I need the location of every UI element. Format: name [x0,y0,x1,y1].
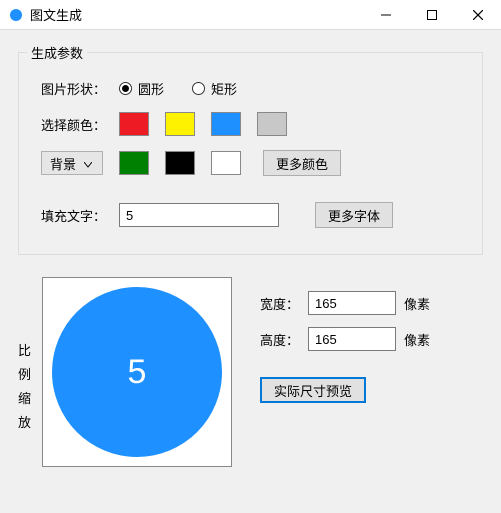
preview-shape: 5 [52,287,222,457]
width-unit: 像素 [404,294,430,313]
text-row: 填充文字： 5 更多字体 [41,202,460,228]
window-title: 图文生成 [30,5,82,24]
close-button[interactable] [455,0,501,30]
dimensions-panel: 宽度： 165 像素 高度： 165 像素 实际尺寸预览 [260,277,430,403]
actual-size-preview-label: 实际尺寸预览 [274,381,352,400]
group-title: 生成参数 [27,43,87,62]
radio-dot-icon [119,82,132,95]
shape-row: 图片形状： 圆形 矩形 [41,79,460,98]
chevron-down-icon [84,156,92,171]
maximize-icon [427,10,437,20]
params-groupbox: 生成参数 图片形状： 圆形 矩形 选择颜色： 背景 [18,52,483,255]
shape-label: 图片形状： [41,79,119,98]
color-row: 选择颜色： [41,112,460,136]
shape-radio-circle[interactable]: 圆形 [119,79,164,98]
more-fonts-label: 更多字体 [328,206,380,225]
color-swatch-red[interactable] [119,112,149,136]
scale-label: 比例缩放 [18,277,36,435]
background-combo[interactable]: 背景 [41,151,103,175]
radio-dot-icon [192,82,205,95]
preview-box: 5 [42,277,232,467]
shape-radio-rect[interactable]: 矩形 [192,79,237,98]
filltext-value: 5 [126,208,133,223]
close-icon [473,10,483,20]
color-swatch-yellow[interactable] [165,112,195,136]
color-swatch-white[interactable] [211,151,241,175]
color-swatch-black[interactable] [165,151,195,175]
background-combo-text: 背景 [50,154,76,173]
filltext-input[interactable]: 5 [119,203,279,227]
width-label: 宽度： [260,294,308,313]
preview-text: 5 [128,353,147,392]
width-input[interactable]: 165 [308,291,396,315]
shape-radio-circle-label: 圆形 [138,79,164,98]
more-colors-button[interactable]: 更多颜色 [263,150,341,176]
bg-row: 背景 更多颜色 [41,150,460,176]
minimize-button[interactable] [363,0,409,30]
more-colors-label: 更多颜色 [276,154,328,173]
more-fonts-button[interactable]: 更多字体 [315,202,393,228]
color-swatch-gray[interactable] [257,112,287,136]
height-input[interactable]: 165 [308,327,396,351]
shape-radio-rect-label: 矩形 [211,79,237,98]
height-label: 高度： [260,330,308,349]
height-value: 165 [315,332,337,347]
color-label: 选择颜色： [41,115,119,134]
titlebar: 图文生成 [0,0,501,30]
width-value: 165 [315,296,337,311]
color-swatch-blue[interactable] [211,112,241,136]
color-swatch-green[interactable] [119,151,149,175]
maximize-button[interactable] [409,0,455,30]
actual-size-preview-button[interactable]: 实际尺寸预览 [260,377,366,403]
height-unit: 像素 [404,330,430,349]
app-icon [10,9,22,21]
minimize-icon [381,10,391,20]
filltext-label: 填充文字： [41,206,119,225]
